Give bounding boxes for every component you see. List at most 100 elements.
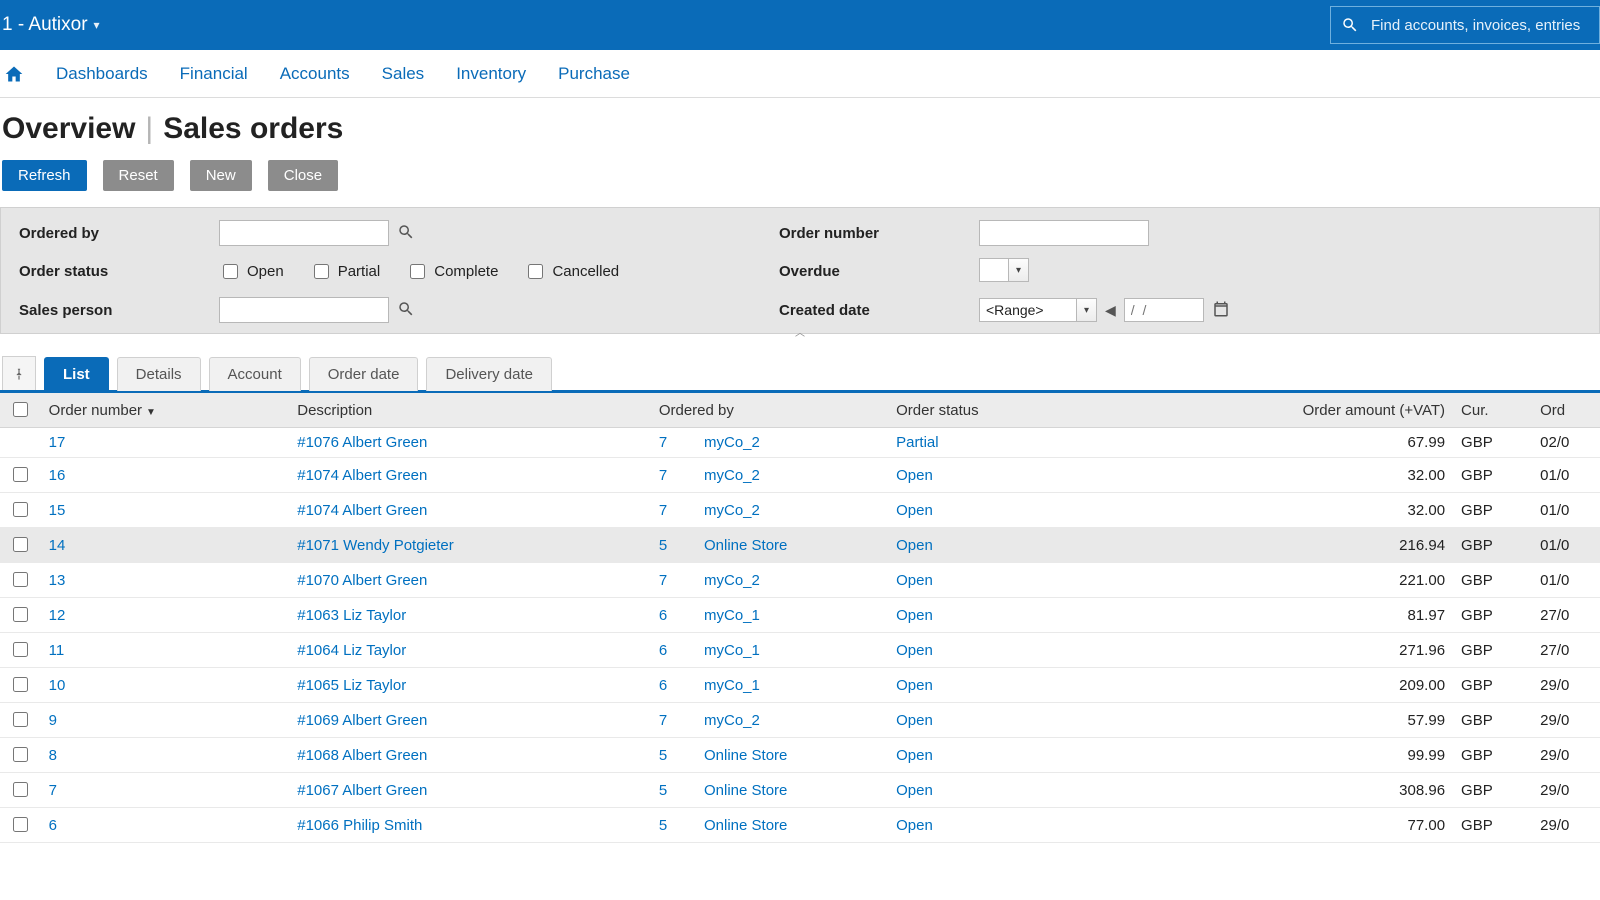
- tab-details[interactable]: Details: [117, 357, 201, 391]
- ordered-by-link[interactable]: myCo_1: [704, 607, 760, 624]
- table-row[interactable]: 11#1064 Liz Taylor6myCo_1Open271.96GBP27…: [0, 633, 1600, 668]
- lookup-ordered-by-button[interactable]: [397, 223, 415, 244]
- ordered-by-num-link[interactable]: 5: [659, 782, 667, 799]
- description-link[interactable]: #1065 Liz Taylor: [297, 677, 406, 694]
- global-search[interactable]: [1330, 6, 1600, 44]
- table-row[interactable]: 9#1069 Albert Green7myCo_2Open57.99GBP29…: [0, 703, 1600, 738]
- tab-list[interactable]: List: [44, 357, 109, 391]
- row-select-checkbox[interactable]: [13, 642, 28, 657]
- nav-home[interactable]: [4, 64, 24, 84]
- status-complete[interactable]: Complete: [406, 261, 498, 282]
- header-order-date[interactable]: Ord: [1532, 393, 1600, 428]
- order-number-link[interactable]: 16: [49, 467, 66, 484]
- description-link[interactable]: #1074 Albert Green: [297, 467, 427, 484]
- collapse-filter-panel[interactable]: ︿: [780, 324, 820, 334]
- order-number-link[interactable]: 12: [49, 607, 66, 624]
- table-row[interactable]: 14#1071 Wendy Potgieter5Online StoreOpen…: [0, 528, 1600, 563]
- row-select-cell[interactable]: [0, 428, 41, 458]
- row-select-cell[interactable]: [0, 633, 41, 668]
- row-select-checkbox[interactable]: [13, 712, 28, 727]
- order-number-link[interactable]: 7: [49, 782, 57, 799]
- ordered-by-num-link[interactable]: 7: [659, 572, 667, 589]
- nav-inventory[interactable]: Inventory: [456, 64, 526, 84]
- row-select-cell[interactable]: [0, 563, 41, 598]
- order-number-link[interactable]: 6: [49, 817, 57, 834]
- ordered-by-link[interactable]: myCo_2: [704, 434, 760, 451]
- ordered-by-num-link[interactable]: 7: [659, 434, 667, 451]
- sales-person-input[interactable]: [219, 297, 389, 323]
- ordered-by-num-link[interactable]: 7: [659, 712, 667, 729]
- row-select-cell[interactable]: [0, 773, 41, 808]
- order-status-link[interactable]: Partial: [896, 434, 939, 451]
- nav-accounts[interactable]: Accounts: [280, 64, 350, 84]
- header-ordered-by[interactable]: Ordered by: [651, 393, 888, 428]
- row-select-checkbox[interactable]: [13, 817, 28, 832]
- table-row[interactable]: 6#1066 Philip Smith5Online StoreOpen77.0…: [0, 808, 1600, 843]
- order-number-input[interactable]: [979, 220, 1149, 246]
- overdue-select[interactable]: ▾: [979, 258, 1029, 282]
- row-select-checkbox[interactable]: [13, 782, 28, 797]
- table-row[interactable]: 12#1063 Liz Taylor6myCo_1Open81.97GBP27/…: [0, 598, 1600, 633]
- header-description[interactable]: Description: [289, 393, 651, 428]
- ordered-by-link[interactable]: myCo_2: [704, 712, 760, 729]
- close-button[interactable]: Close: [268, 160, 338, 191]
- tab-order-date[interactable]: Order date: [309, 357, 419, 391]
- ordered-by-link[interactable]: myCo_2: [704, 502, 760, 519]
- order-number-link[interactable]: 10: [49, 677, 66, 694]
- status-complete-checkbox[interactable]: [410, 264, 425, 279]
- tab-delivery-date[interactable]: Delivery date: [426, 357, 552, 391]
- table-row[interactable]: 15#1074 Albert Green7myCo_2Open32.00GBP0…: [0, 493, 1600, 528]
- ordered-by-link[interactable]: myCo_1: [704, 677, 760, 694]
- order-status-link[interactable]: Open: [896, 677, 933, 694]
- order-number-link[interactable]: 9: [49, 712, 57, 729]
- order-status-link[interactable]: Open: [896, 502, 933, 519]
- company-switcher[interactable]: 1 - Autixor ▾: [0, 14, 100, 36]
- row-select-checkbox[interactable]: [13, 467, 28, 482]
- row-select-cell[interactable]: [0, 458, 41, 493]
- ordered-by-num-link[interactable]: 7: [659, 467, 667, 484]
- row-select-cell[interactable]: [0, 598, 41, 633]
- row-select-checkbox[interactable]: [13, 677, 28, 692]
- description-link[interactable]: #1074 Albert Green: [297, 502, 427, 519]
- description-link[interactable]: #1069 Albert Green: [297, 712, 427, 729]
- order-status-link[interactable]: Open: [896, 712, 933, 729]
- order-number-link[interactable]: 11: [49, 642, 65, 659]
- status-cancelled[interactable]: Cancelled: [524, 261, 619, 282]
- row-select-cell[interactable]: [0, 738, 41, 773]
- description-link[interactable]: #1076 Albert Green: [297, 434, 427, 451]
- order-status-link[interactable]: Open: [896, 537, 933, 554]
- row-select-checkbox[interactable]: [13, 747, 28, 762]
- row-select-cell[interactable]: [0, 528, 41, 563]
- row-select-cell[interactable]: [0, 808, 41, 843]
- ordered-by-num-link[interactable]: 5: [659, 747, 667, 764]
- status-cancelled-checkbox[interactable]: [528, 264, 543, 279]
- nav-sales[interactable]: Sales: [382, 64, 425, 84]
- header-select-all[interactable]: [0, 393, 41, 428]
- order-status-link[interactable]: Open: [896, 817, 933, 834]
- date-prev-button[interactable]: ◀: [1105, 302, 1116, 319]
- status-open[interactable]: Open: [219, 261, 284, 282]
- ordered-by-num-link[interactable]: 5: [659, 817, 667, 834]
- nav-financial[interactable]: Financial: [180, 64, 248, 84]
- ordered-by-num-link[interactable]: 6: [659, 677, 667, 694]
- ordered-by-link[interactable]: myCo_2: [704, 467, 760, 484]
- ordered-by-link[interactable]: myCo_1: [704, 642, 760, 659]
- created-date-range-select[interactable]: <Range> ▾: [979, 298, 1097, 322]
- table-row[interactable]: 10#1065 Liz Taylor6myCo_1Open209.00GBP29…: [0, 668, 1600, 703]
- description-link[interactable]: #1068 Albert Green: [297, 747, 427, 764]
- header-order-amount[interactable]: Order amount (+VAT): [1182, 393, 1453, 428]
- new-button[interactable]: New: [190, 160, 252, 191]
- row-select-checkbox[interactable]: [13, 537, 28, 552]
- status-partial-checkbox[interactable]: [314, 264, 329, 279]
- status-partial[interactable]: Partial: [310, 261, 381, 282]
- order-number-link[interactable]: 15: [49, 502, 66, 519]
- created-date-range-dropdown-button[interactable]: ▾: [1076, 299, 1096, 321]
- ordered-by-input[interactable]: [219, 220, 389, 246]
- ordered-by-num-link[interactable]: 5: [659, 537, 667, 554]
- order-number-link[interactable]: 8: [49, 747, 57, 764]
- description-link[interactable]: #1066 Philip Smith: [297, 817, 422, 834]
- order-status-link[interactable]: Open: [896, 467, 933, 484]
- table-row[interactable]: 13#1070 Albert Green7myCo_2Open221.00GBP…: [0, 563, 1600, 598]
- header-currency[interactable]: Cur.: [1453, 393, 1532, 428]
- lookup-sales-person-button[interactable]: [397, 300, 415, 321]
